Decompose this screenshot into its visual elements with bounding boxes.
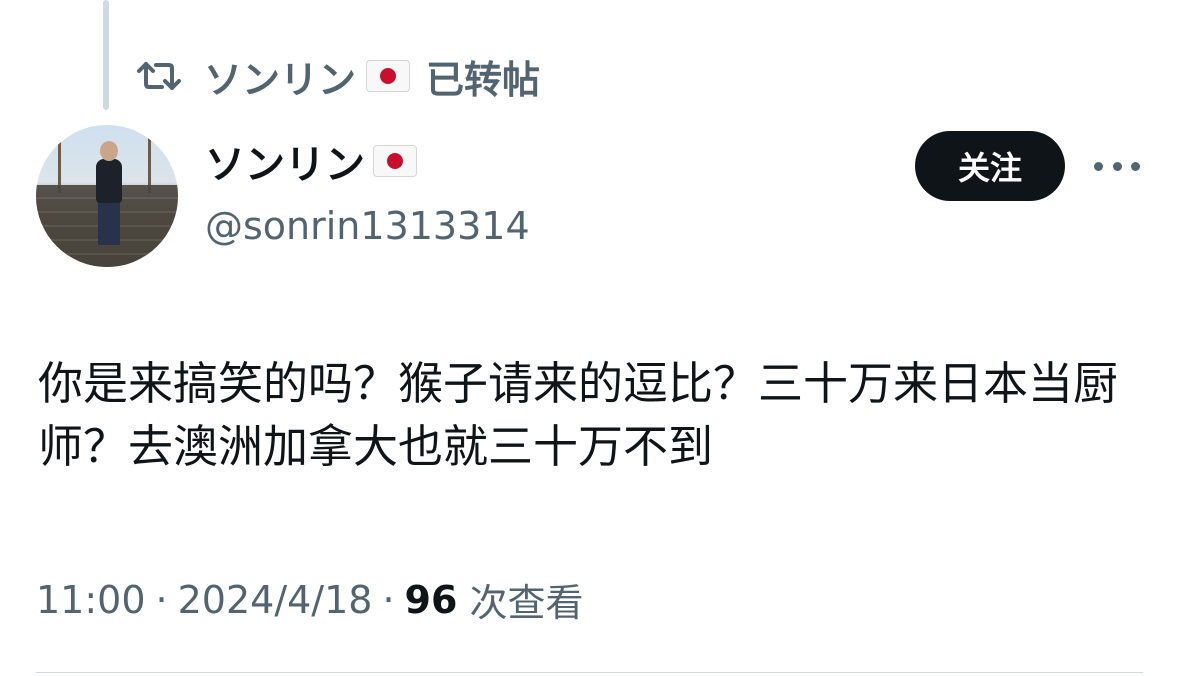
more-dot <box>1112 161 1122 171</box>
divider <box>36 672 1143 673</box>
tweet-date[interactable]: 2024/4/18 <box>178 578 373 622</box>
thread-line <box>103 0 109 110</box>
meta-separator: · <box>382 577 395 622</box>
jp-flag-icon <box>366 60 411 92</box>
views-count[interactable]: 96 <box>405 578 458 622</box>
meta-separator: · <box>155 577 168 622</box>
avatar[interactable] <box>36 125 178 267</box>
more-dot <box>1131 161 1140 171</box>
repost-user-name[interactable]: ソンリン <box>204 49 356 104</box>
jp-flag-icon <box>373 145 417 177</box>
avatar-person-head <box>100 141 118 161</box>
avatar-person-legs <box>98 201 120 245</box>
avatar-tree <box>148 133 151 193</box>
author-display-name[interactable]: ソンリン <box>205 132 530 190</box>
author-info[interactable]: ソンリン @sonrin1313314 <box>205 132 530 248</box>
avatar-tree <box>58 133 61 193</box>
more-icon[interactable] <box>1094 151 1140 181</box>
more-dot <box>1094 161 1103 171</box>
follow-button[interactable]: 关注 <box>915 131 1065 201</box>
repost-label: 已转帖 <box>426 57 541 102</box>
repost-indicator[interactable]: ソンリン 已转帖 <box>136 50 540 102</box>
tweet-meta: 11:00 · 2024/4/18 · 96 次查看 <box>36 572 583 627</box>
author-name-text[interactable]: ソンリン <box>205 132 365 190</box>
tweet-text: 你是来搞笑的吗？猴子请来的逗比？三十万来日本当厨师？去澳洲加拿大也就三十万不到 <box>38 357 1119 473</box>
tweet-time[interactable]: 11:00 <box>36 578 146 622</box>
author-handle[interactable]: @sonrin1313314 <box>205 204 530 248</box>
avatar-person-body <box>96 159 122 203</box>
views-label[interactable]: 次查看 <box>469 572 583 627</box>
repost-icon <box>136 56 182 96</box>
